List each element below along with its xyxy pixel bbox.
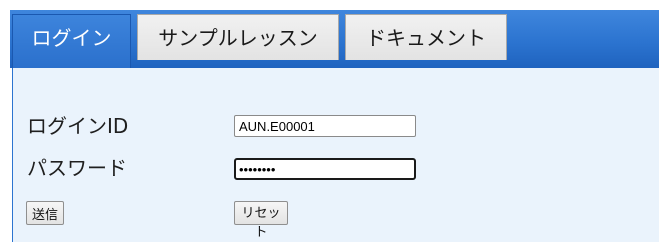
- tab-login[interactable]: ログイン: [12, 14, 131, 68]
- tab-documents[interactable]: ドキュメント: [345, 14, 507, 60]
- login-form-panel: ログインID パスワード 送信 リセット: [12, 68, 659, 242]
- login-id-input[interactable]: [234, 115, 416, 137]
- reset-button[interactable]: リセット: [234, 201, 288, 239]
- submit-button[interactable]: 送信: [26, 201, 64, 225]
- password-label: パスワード: [27, 156, 127, 180]
- login-id-label: ログインID: [27, 114, 129, 138]
- login-page: ログイン サンプルレッスン ドキュメント ログインID パスワード 送信 リセッ…: [0, 0, 659, 242]
- tab-sample-lesson[interactable]: サンプルレッスン: [137, 14, 339, 60]
- password-input[interactable]: [234, 158, 416, 180]
